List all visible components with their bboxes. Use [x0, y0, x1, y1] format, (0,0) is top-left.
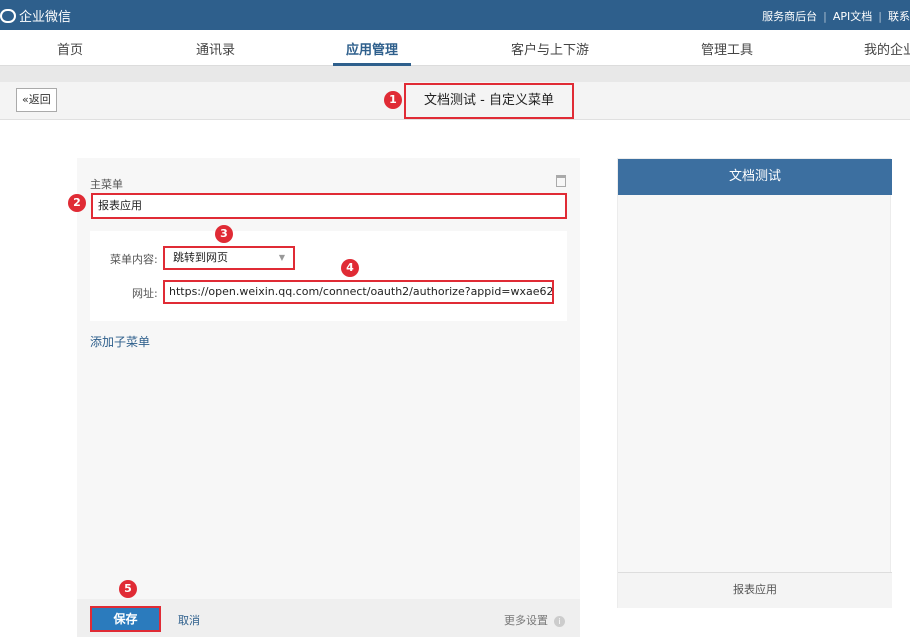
annotation-marker-3: 3: [215, 225, 233, 243]
trash-icon[interactable]: [556, 175, 566, 187]
phone-preview: 文档测试 报表应用: [617, 158, 892, 608]
top-link-contact[interactable]: 联系: [888, 10, 910, 23]
annotation-marker-2: 2: [68, 194, 86, 212]
back-button[interactable]: «返回: [16, 88, 57, 112]
preview-title: 文档测试: [618, 159, 892, 195]
nav-item-home[interactable]: 首页: [57, 39, 83, 58]
editor-action-bar: 保存 取消 更多设置 i: [77, 599, 580, 637]
more-settings-link[interactable]: 更多设置 i: [504, 612, 565, 628]
main-menu-name-input[interactable]: 报表应用: [91, 193, 567, 219]
info-icon: i: [554, 615, 565, 627]
nav-item-tools[interactable]: 管理工具: [701, 39, 753, 58]
logo-text: 企业微信: [19, 10, 72, 25]
annotation-marker-1: 1: [384, 91, 402, 109]
page-title: 文档测试 - 自定义菜单: [404, 83, 574, 119]
nav-item-customers[interactable]: 客户与上下游: [511, 39, 589, 58]
annotation-marker-5: 5: [119, 580, 137, 598]
nav-item-app-management[interactable]: 应用管理: [346, 39, 398, 58]
menu-content-select[interactable]: 跳转到网页 ▼: [163, 246, 295, 270]
add-submenu-link[interactable]: 添加子菜单: [90, 333, 150, 350]
menu-content-panel: 菜单内容: 跳转到网页 ▼ 网址: https://open.weixin.qq…: [90, 231, 567, 321]
main-nav: 首页 通讯录 应用管理 客户与上下游 管理工具 我的企业: [0, 30, 910, 66]
annotation-marker-4: 4: [341, 259, 359, 277]
menu-content-value: 跳转到网页: [173, 251, 228, 264]
menu-content-label: 菜单内容:: [110, 253, 158, 266]
save-button[interactable]: 保存: [90, 606, 161, 632]
menu-editor: 主菜单 报表应用 菜单内容: 跳转到网页 ▼ 网址: https://open.…: [77, 158, 580, 637]
divider-strip: [0, 66, 910, 82]
nav-item-my-enterprise[interactable]: 我的企业: [864, 39, 910, 58]
top-link-api-docs[interactable]: API文档: [833, 10, 872, 23]
top-link-provider[interactable]: 服务商后台: [762, 10, 817, 23]
more-settings-label: 更多设置: [504, 614, 548, 627]
nav-item-contacts[interactable]: 通讯录: [196, 39, 235, 58]
dropdown-caret-icon: ▼: [278, 253, 285, 262]
url-input[interactable]: https://open.weixin.qq.com/connect/oauth…: [163, 280, 554, 304]
url-label: 网址:: [132, 287, 158, 300]
cancel-button[interactable]: 取消: [178, 612, 200, 628]
top-links: 服务商后台 | API文档 | 联系: [762, 10, 910, 23]
top-bar: 企业微信 服务商后台 | API文档 | 联系: [0, 0, 910, 30]
main-menu-label: 主菜单: [90, 178, 123, 191]
wecom-logo-icon: [0, 8, 16, 23]
preview-menu-item[interactable]: 报表应用: [618, 572, 892, 608]
sub-header: «返回 文档测试 - 自定义菜单: [0, 82, 910, 120]
logo[interactable]: 企业微信: [0, 6, 71, 25]
